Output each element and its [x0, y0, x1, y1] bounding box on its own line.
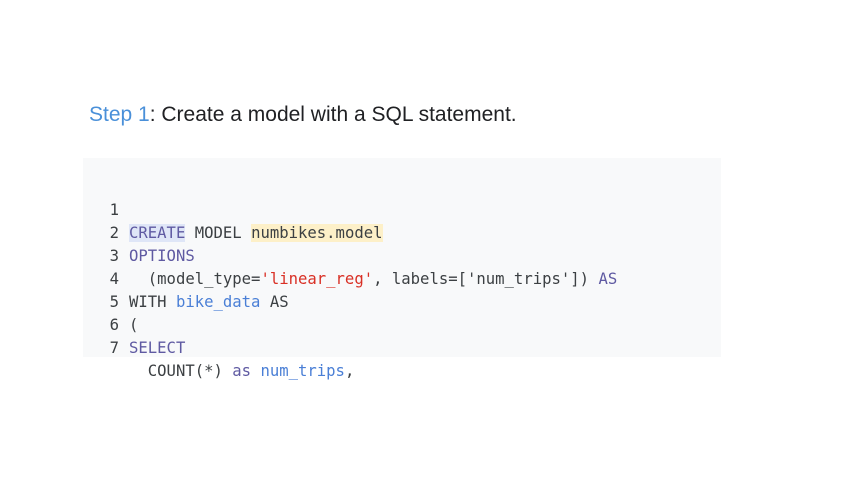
code-line-5: 5 (	[83, 268, 721, 334]
step-label: Step 1	[89, 103, 150, 126]
step-heading: Step 1: Create a model with a SQL statem…	[89, 101, 517, 129]
code-line-1: 1 CREATE MODEL numbikes.model	[83, 176, 721, 242]
code-block: 1 CREATE MODEL numbikes.model 2 OPTIONS …	[83, 158, 721, 380]
code-line-3: 3 (model_type='linear_reg', labels=['num…	[83, 222, 721, 288]
code-line-2: 2 OPTIONS	[83, 199, 721, 265]
code-line-7: 7 COUNT(*) as num_trips,	[83, 314, 721, 380]
identifier-num-trips: num_trips	[260, 362, 345, 380]
step-description: : Create a model with a SQL statement.	[149, 103, 517, 126]
keyword-as: as	[232, 362, 252, 380]
code-text: ,	[344, 362, 355, 380]
line-code: COUNT(*) as num_trips,	[129, 360, 355, 383]
line-code: SELECT	[129, 337, 185, 360]
keyword-select: SELECT	[129, 339, 186, 357]
code-line-4: 4 WITH bike_data AS	[83, 245, 721, 311]
code-line-6: 6 SELECT	[83, 291, 721, 357]
line-number: 7	[109, 339, 119, 357]
code-text: COUNT(*)	[129, 362, 233, 380]
